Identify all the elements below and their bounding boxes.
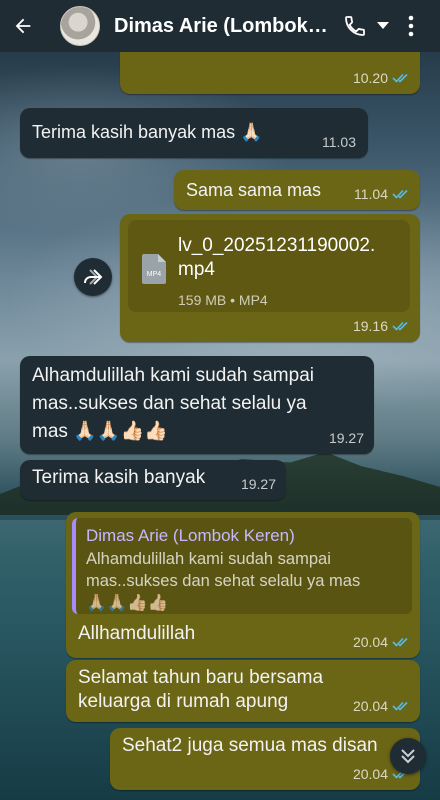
quoted-message[interactable]: Dimas Arie (Lombok Keren) Alhamdulillah … xyxy=(72,518,412,614)
read-ticks-icon xyxy=(392,189,408,199)
message-text: Selamat tahun baru bersama keluarga di r… xyxy=(78,667,324,712)
scroll-to-bottom-button[interactable] xyxy=(390,738,426,774)
message-time: 10.20 xyxy=(353,66,410,90)
read-ticks-icon xyxy=(392,637,408,647)
message-time: 19.27 xyxy=(240,476,276,492)
message-text: Allhamdulillah xyxy=(78,623,196,644)
chat-screen: Dimas Arie (Lombok Keren) 10.20 Terima k… xyxy=(0,0,440,800)
message-bubble-reply[interactable]: Dimas Arie (Lombok Keren) Alhamdulillah … xyxy=(66,512,420,658)
message-text: Terima kasih banyak mas 🙏🏻 xyxy=(32,122,263,142)
message-bubble-incoming[interactable]: Alhamdulillah kami sudah sampai mas..suk… xyxy=(20,356,374,454)
read-ticks-icon xyxy=(392,73,408,83)
message-time: 11.04 xyxy=(354,182,410,206)
read-ticks-icon xyxy=(392,321,408,331)
message-bubble-outgoing[interactable]: Sama sama mas 11.04 xyxy=(174,170,420,210)
message-time: 11.03 xyxy=(322,134,356,150)
read-ticks-icon xyxy=(392,701,408,711)
message-bubble-incoming[interactable]: Terima kasih banyak mas 🙏🏻 11.03 xyxy=(20,108,368,158)
message-bubble-incoming[interactable]: Terima kasih banyak 19.27 xyxy=(20,460,286,500)
message-time: 20.04 xyxy=(353,694,410,718)
phone-icon[interactable] xyxy=(338,0,372,52)
chat-header: Dimas Arie (Lombok Keren) xyxy=(0,0,440,52)
contact-name[interactable]: Dimas Arie (Lombok Keren) xyxy=(114,15,332,38)
message-bubble-file[interactable]: MP4 lv_0_20251231190002. mp4 159 MB • MP… xyxy=(120,214,420,342)
dropdown-caret-icon[interactable] xyxy=(372,0,394,52)
message-text: Terima kasih banyak xyxy=(32,467,206,488)
file-meta: 159 MB • MP4 xyxy=(178,292,268,308)
forward-icon[interactable] xyxy=(74,258,112,296)
double-chevron-down-icon xyxy=(401,749,415,764)
message-time: 19.16 xyxy=(353,314,410,338)
file-attachment[interactable]: MP4 lv_0_20251231190002. mp4 159 MB • MP… xyxy=(128,220,410,312)
quote-author: Dimas Arie (Lombok Keren) xyxy=(86,526,295,545)
more-vert-icon[interactable] xyxy=(394,0,428,52)
message-bubble-outgoing[interactable]: Sehat2 juga semua mas disan 20.04 xyxy=(110,728,420,790)
message-time: 19.27 xyxy=(328,430,364,446)
avatar[interactable] xyxy=(60,6,100,46)
back-arrow-icon[interactable] xyxy=(0,0,46,52)
file-name: lv_0_20251231190002. mp4 xyxy=(178,235,376,280)
message-text: Sehat2 juga semua mas disan xyxy=(122,735,378,756)
video-file-icon: MP4 xyxy=(142,254,166,284)
svg-text:MP4: MP4 xyxy=(147,271,162,278)
message-time: 20.04 xyxy=(353,630,410,654)
message-bubble-outgoing[interactable]: Selamat tahun baru bersama keluarga di r… xyxy=(66,660,420,722)
message-text: Sama sama mas xyxy=(186,180,322,200)
message-text: Alhamdulillah kami sudah sampai mas..suk… xyxy=(32,365,314,442)
quote-text: Alhamdulillah kami sudah sampai mas..suk… xyxy=(86,550,361,612)
